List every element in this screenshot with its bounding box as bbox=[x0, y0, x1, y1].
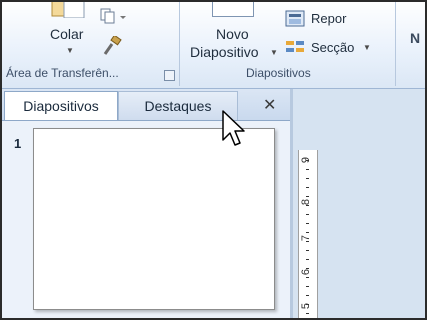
ruler-tick bbox=[306, 250, 309, 251]
ruler-tick bbox=[306, 187, 309, 188]
ruler-tick bbox=[306, 313, 309, 314]
ruler-label: 6 bbox=[300, 268, 313, 276]
ruler-tick bbox=[306, 286, 309, 287]
ruler-tick bbox=[306, 259, 309, 260]
slides-group-label: Diapositivos bbox=[246, 66, 311, 80]
ruler-tick bbox=[306, 277, 309, 278]
ruler-tick bbox=[306, 295, 309, 296]
ruler-tick bbox=[306, 232, 309, 233]
ribbon: Colar ▼ Área de Transferên... Novo Diapo… bbox=[0, 0, 427, 89]
ruler-tick bbox=[306, 241, 309, 242]
tab-label: Destaques bbox=[144, 98, 212, 114]
pane-tabs: Diapositivos Destaques bbox=[0, 89, 290, 121]
reset-icon[interactable] bbox=[285, 10, 307, 33]
new-slide-button[interactable]: Diapositivo bbox=[190, 44, 258, 60]
clipboard-group-label: Área de Transferên... bbox=[6, 66, 119, 80]
paste-icon[interactable] bbox=[50, 0, 88, 19]
new-slide-dropdown-arrow[interactable]: ▼ bbox=[270, 48, 278, 57]
paste-button[interactable]: Colar bbox=[50, 26, 83, 42]
dialog-launcher-icon[interactable] bbox=[164, 70, 175, 81]
new-slide-label-line1[interactable]: Novo bbox=[216, 26, 249, 42]
tab-slides[interactable]: Diapositivos bbox=[4, 91, 118, 120]
mouse-cursor-icon bbox=[222, 110, 246, 153]
section-button[interactable]: Secção bbox=[311, 40, 354, 55]
ruler-tick bbox=[306, 169, 309, 170]
close-pane-icon[interactable]: ✕ bbox=[263, 95, 276, 115]
reset-button[interactable]: Repor bbox=[311, 11, 346, 26]
ruler-tick bbox=[306, 268, 309, 269]
copy-icon[interactable] bbox=[100, 8, 130, 29]
paste-dropdown-arrow[interactable]: ▼ bbox=[66, 46, 74, 55]
ruler-tick bbox=[306, 205, 309, 206]
ruler-tick bbox=[306, 196, 309, 197]
tab-label: Diapositivos bbox=[23, 98, 99, 114]
group-divider bbox=[395, 0, 396, 86]
section-dropdown-arrow[interactable]: ▼ bbox=[363, 43, 371, 52]
group-divider bbox=[179, 0, 180, 86]
ruler-tick bbox=[306, 223, 309, 224]
slide-number: 1 bbox=[14, 136, 22, 151]
new-slide-icon[interactable] bbox=[212, 0, 254, 17]
format-painter-icon[interactable] bbox=[102, 34, 124, 61]
slide-thumbnail[interactable] bbox=[33, 128, 275, 310]
ruler-tick bbox=[306, 160, 309, 161]
ruler-tick bbox=[306, 214, 309, 215]
ruler-tick bbox=[306, 178, 309, 179]
next-group-label: N bbox=[410, 30, 421, 46]
section-icon[interactable] bbox=[285, 38, 307, 61]
tab-outline[interactable]: Destaques bbox=[118, 91, 238, 120]
ruler-tick bbox=[306, 304, 309, 305]
